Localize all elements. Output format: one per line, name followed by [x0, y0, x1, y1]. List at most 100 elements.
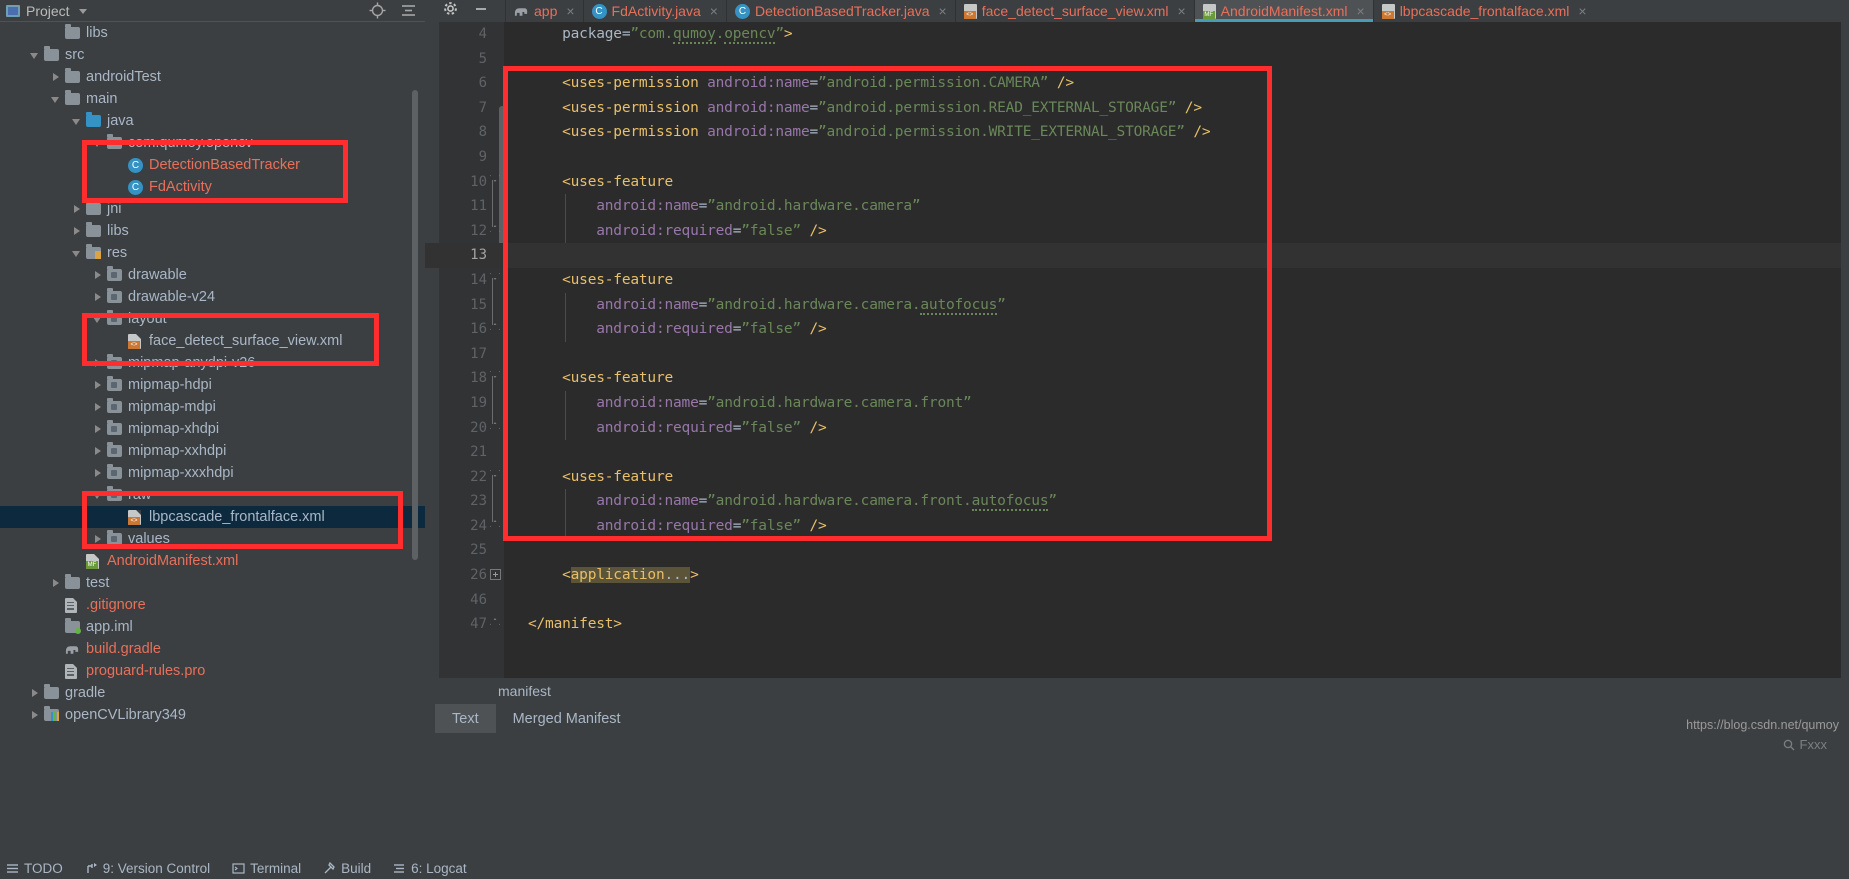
tree-item-res[interactable]: res	[0, 242, 425, 264]
minimize-icon[interactable]	[474, 2, 488, 21]
tree-item-java[interactable]: java	[0, 110, 425, 132]
close-tab-icon[interactable]: ×	[939, 3, 947, 19]
status-item-todo[interactable]: TODO	[6, 861, 63, 876]
tree-item-layout[interactable]: layout	[0, 308, 425, 330]
fold-end-icon[interactable]	[487, 219, 503, 244]
code-line[interactable]: 9	[425, 145, 1849, 170]
code-line[interactable]: 6 <uses-permission android:name=”android…	[425, 71, 1849, 96]
close-tab-icon[interactable]: ×	[1357, 3, 1365, 19]
chevron-right-icon[interactable]	[92, 379, 104, 391]
chevron-right-icon[interactable]	[92, 445, 104, 457]
code-line[interactable]: 14 <uses-feature	[425, 268, 1849, 293]
tree-item-mipmap-mdpi[interactable]: mipmap-mdpi	[0, 396, 425, 418]
code-line[interactable]: 15 android:name=”android.hardware.camera…	[425, 292, 1849, 318]
code-line[interactable]: 8 <uses-permission android:name=”android…	[425, 120, 1849, 145]
code-line[interactable]: 20 android:required=”false” />	[425, 415, 1849, 441]
tree-item-androidmanifest-xml[interactable]: AndroidManifest.xml	[0, 550, 425, 572]
tree-item-src[interactable]: src	[0, 44, 425, 66]
tree-item-mipmap-xxxhdpi[interactable]: mipmap-xxxhdpi	[0, 462, 425, 484]
code-line[interactable]: 12 android:required=”false” />	[425, 218, 1849, 244]
fold-collapse-icon[interactable]	[487, 170, 503, 195]
code-line[interactable]: 22 <uses-feature	[425, 465, 1849, 490]
tree-item-mipmap-anydpi-v26[interactable]: mipmap-anydpi-v26	[0, 352, 425, 374]
tree-item-face-detect-surface-view-xml[interactable]: face_detect_surface_view.xml	[0, 330, 425, 352]
tree-item-build-gradle[interactable]: build.gradle	[0, 638, 425, 660]
code-line[interactable]: 7 <uses-permission android:name=”android…	[425, 96, 1849, 121]
chevron-down-icon[interactable]	[92, 489, 104, 501]
chevron-right-icon[interactable]	[29, 709, 41, 721]
status-item-9-version-control[interactable]: 9: Version Control	[85, 861, 210, 876]
chevron-right-icon[interactable]	[92, 401, 104, 413]
chevron-right-icon[interactable]	[92, 423, 104, 435]
status-bar[interactable]: TODO 9: Version Control Terminal Build 6: Lo…	[0, 857, 1849, 879]
code-line-current[interactable]: 13	[425, 243, 1849, 268]
project-tree-scrollbar[interactable]	[412, 90, 418, 560]
tree-item-opencvlibrary349[interactable]: openCVLibrary349	[0, 704, 425, 726]
code-line[interactable]: 18 <uses-feature	[425, 366, 1849, 391]
tree-item-drawable-v24[interactable]: drawable-v24	[0, 286, 425, 308]
tree-item-mipmap-xxhdpi[interactable]: mipmap-xxhdpi	[0, 440, 425, 462]
fold-end-icon[interactable]	[487, 612, 503, 637]
tree-item-libs[interactable]: libs	[0, 220, 425, 242]
fold-end-icon[interactable]	[487, 514, 503, 539]
chevron-right-icon[interactable]	[92, 467, 104, 479]
chevron-right-icon[interactable]	[92, 269, 104, 281]
close-tab-icon[interactable]: ×	[1177, 3, 1185, 19]
tree-item-lbpcascade-frontalface-xml[interactable]: lbpcascade_frontalface.xml	[0, 506, 425, 528]
code-line[interactable]: 23 android:name=”android.hardware.camera…	[425, 489, 1849, 514]
chevron-right-icon[interactable]	[92, 291, 104, 303]
tree-item-jni[interactable]: jni	[0, 198, 425, 220]
code-line[interactable]: 16 android:required=”false” />	[425, 317, 1849, 342]
close-tab-icon[interactable]: ×	[566, 3, 574, 19]
chevron-down-icon[interactable]	[78, 8, 87, 14]
code-line[interactable]: 19 android:name=”android.hardware.camera…	[425, 390, 1849, 416]
fold-end-icon[interactable]	[487, 317, 503, 342]
editor-tab-detectionbasedtracker-java[interactable]: C DetectionBasedTracker.java ×	[725, 0, 955, 22]
collapse-all-icon[interactable]	[400, 2, 417, 19]
tree-item-raw[interactable]: raw	[0, 484, 425, 506]
code-line[interactable]: 21	[425, 440, 1849, 465]
code-line[interactable]: 17	[425, 342, 1849, 367]
code-line[interactable]: 25	[425, 538, 1849, 563]
tree-item-drawable[interactable]: drawable	[0, 264, 425, 286]
code-line[interactable]: 4 package=”com.qumoy.opencv”>	[425, 22, 1849, 47]
status-item-6-logcat[interactable]: 6: Logcat	[393, 861, 467, 876]
close-tab-icon[interactable]: ×	[710, 3, 718, 19]
editor-view-tabs[interactable]: Text Merged Manifest	[425, 704, 1849, 733]
close-tab-icon[interactable]: ×	[1578, 3, 1586, 19]
chevron-right-icon[interactable]	[71, 225, 83, 237]
code-line[interactable]: 26 <application...>	[425, 563, 1849, 588]
editor-tab-face-detect-surface-view-xml[interactable]: <> face_detect_surface_view.xml ×	[954, 0, 1194, 22]
chevron-right-icon[interactable]	[50, 577, 62, 589]
tree-item-fdactivity[interactable]: C FdActivity	[0, 176, 425, 198]
chevron-right-icon[interactable]	[92, 357, 104, 369]
chevron-right-icon[interactable]	[29, 687, 41, 699]
chevron-down-icon[interactable]	[92, 313, 104, 325]
editor-tab-fdactivity-java[interactable]: C FdActivity.java ×	[582, 0, 726, 22]
chevron-down-icon[interactable]	[71, 115, 83, 127]
tree-item-detectionbasedtracker[interactable]: C DetectionBasedTracker	[0, 154, 425, 176]
tree-item-androidtest[interactable]: androidTest	[0, 66, 425, 88]
status-item-terminal[interactable]: Terminal	[232, 861, 301, 876]
code-line[interactable]: 11 android:name=”android.hardware.camera…	[425, 194, 1849, 219]
chevron-down-icon[interactable]	[29, 49, 41, 61]
editor-tab-androidmanifest-xml[interactable]: MF AndroidManifest.xml ×	[1193, 0, 1373, 22]
view-tab-text[interactable]: Text	[435, 704, 496, 733]
code-line[interactable]: 46	[425, 588, 1849, 613]
tree-item-com-qumoy-opencv[interactable]: com.qumoy.opencv	[0, 132, 425, 154]
fold-expand-icon[interactable]	[487, 563, 503, 588]
view-tab-merged-manifest[interactable]: Merged Manifest	[496, 704, 638, 733]
project-tree[interactable]: libs src androidTest main java com.qumoy.open…	[0, 22, 425, 733]
fold-collapse-icon[interactable]	[487, 465, 503, 490]
code-line[interactable]: 5	[425, 47, 1849, 72]
fold-end-icon[interactable]	[487, 416, 503, 441]
chevron-down-icon[interactable]	[50, 93, 62, 105]
tree-item-values[interactable]: values	[0, 528, 425, 550]
chevron-right-icon[interactable]	[71, 203, 83, 215]
chevron-down-icon[interactable]	[71, 247, 83, 259]
tree-item-test[interactable]: test	[0, 572, 425, 594]
tree-item-main[interactable]: main	[0, 88, 425, 110]
editor-tab-bar[interactable]: app × C FdActivity.java × C DetectionBasedTrac…	[425, 0, 1849, 22]
code-line[interactable]: 24 android:required=”false” />	[425, 513, 1849, 539]
chevron-right-icon[interactable]	[92, 533, 104, 545]
